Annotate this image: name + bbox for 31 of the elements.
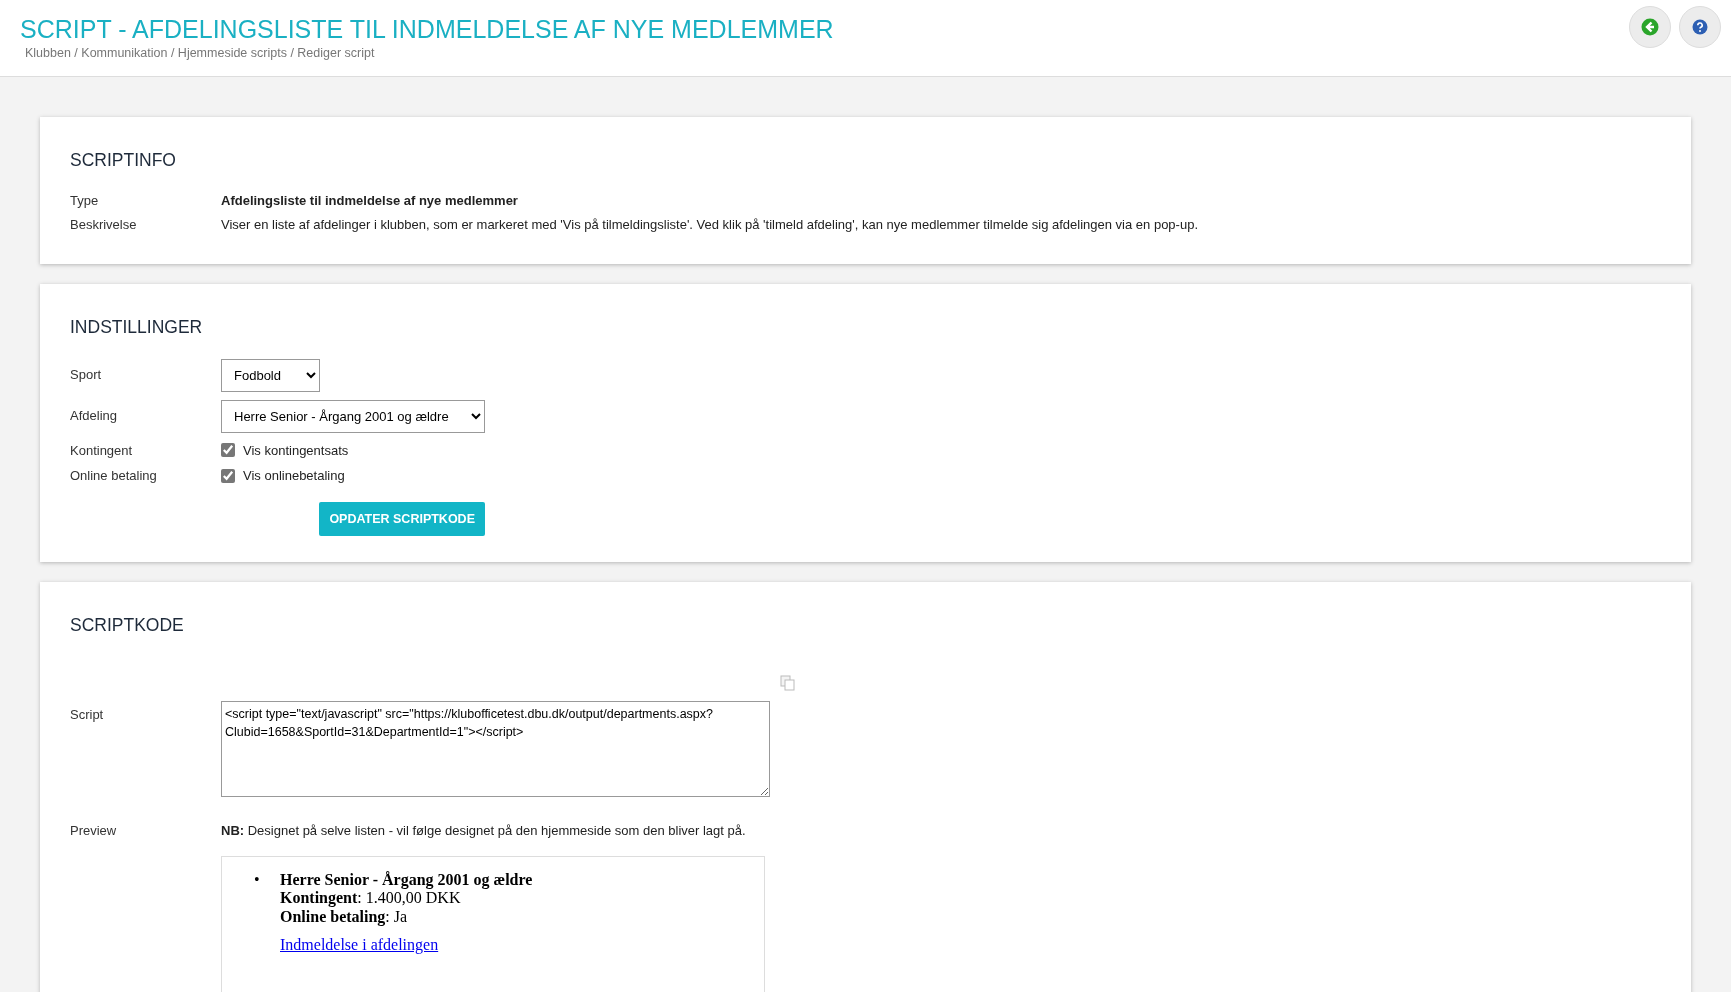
- preview-line: Online betaling: Ja: [280, 907, 409, 927]
- bullet: •: [254, 871, 261, 890]
- field-value: Viser en liste af afdelinger i klubben, som er markeret med 'Vis på tilmeldingsliste'. Ved klik på 'tilmeld afdeling', kan nye medlemmer tilmelde sig afdelingen via en pop-up.: [221, 215, 1198, 234]
- field-label: Afdeling: [70, 407, 118, 426]
- help-button[interactable]: [1679, 6, 1721, 48]
- back-button[interactable]: [1629, 6, 1671, 48]
- field-label: Type: [70, 192, 100, 211]
- checkbox-label[interactable]: Vis onlinebetaling: [243, 466, 345, 486]
- script-textarea[interactable]: <script type="text/javascript" src="https://klubofficetest.dbu.dk/output/departments.aspx?Clubid=1658&SportId=31&DepartmentId=1"></script>: [221, 700, 770, 797]
- field-label: Beskrivelse: [70, 215, 138, 234]
- page-title: SCRIPT - AFDELINGSLISTE TIL INDMELDELSE AF NYE MEDLEMMER: [20, 14, 834, 44]
- field-value: Afdelingsliste til indmeldelse af nye medlemmer: [221, 192, 518, 211]
- field-label: Preview: [70, 821, 118, 840]
- section-heading: SCRIPTKODE: [70, 614, 185, 638]
- breadcrumb: Klubben / Kommunikation / Hjemmeside scripts / Rediger script: [25, 45, 376, 62]
- field-label: Sport: [70, 366, 103, 385]
- checkbox[interactable]: [221, 443, 235, 458]
- checkbox-label[interactable]: Vis kontingentsats: [243, 440, 349, 460]
- field-label: Kontingent: [70, 441, 134, 460]
- section-heading: INDSTILLINGER: [70, 316, 204, 340]
- checkbox[interactable]: [221, 468, 235, 483]
- field-label: Online betaling: [70, 467, 158, 485]
- help-icon: [1692, 19, 1708, 35]
- preview-note: NB: Designet på selve listen - vil følge designet på den hjemmeside som den bliver lagt på.: [221, 821, 747, 840]
- signup-link[interactable]: Indmeldelse i afdelingen: [280, 936, 439, 955]
- field-label: Script: [70, 705, 105, 724]
- dropdown[interactable]: Herre Senior - Årgang 2001 og ældre: [221, 399, 485, 433]
- section-heading: SCRIPTINFO: [70, 149, 177, 172]
- preview-line: Kontingent: 1.400,00 DKK: [280, 889, 462, 908]
- department-title: Herre Senior - Årgang 2001 og ældre: [280, 871, 533, 890]
- dropdown[interactable]: Fodbold: [221, 358, 320, 392]
